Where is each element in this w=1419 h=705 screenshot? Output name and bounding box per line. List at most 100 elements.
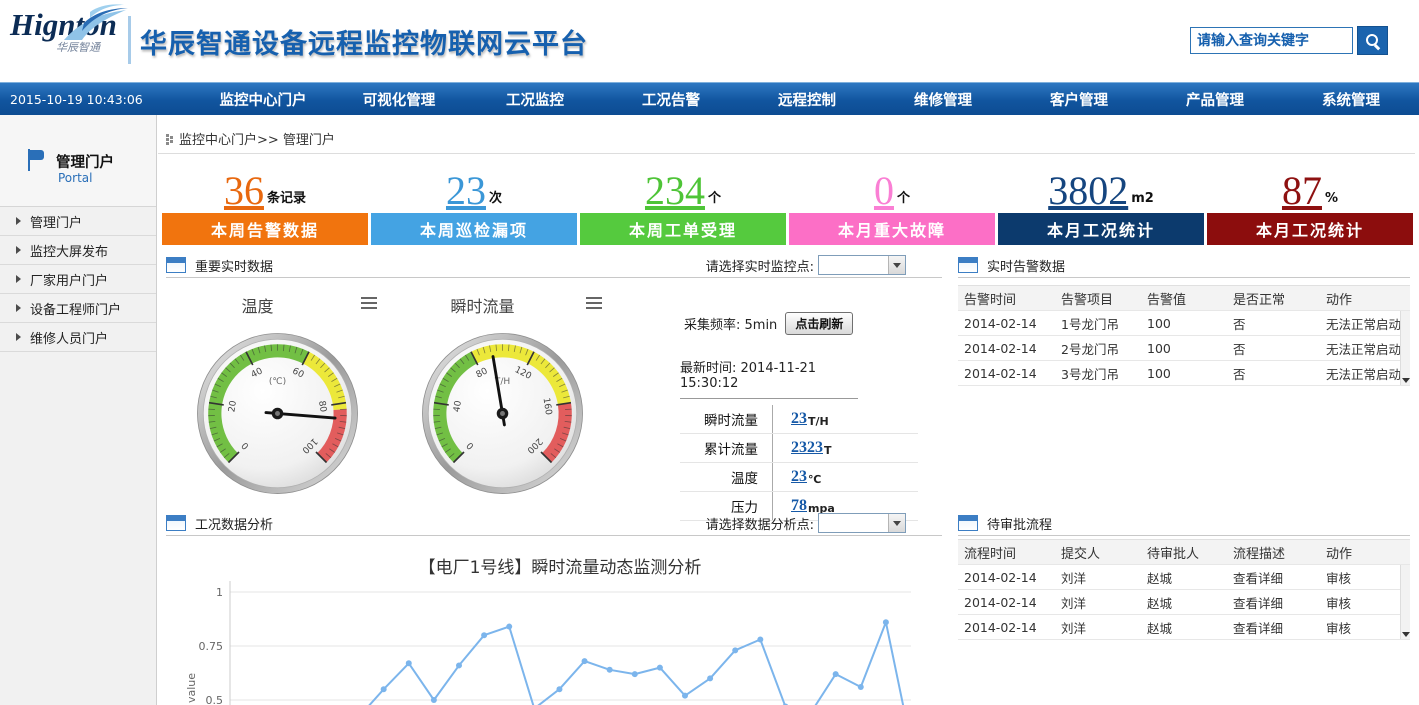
stat-value: 87 xyxy=(1282,171,1322,211)
stat-unit: 次 xyxy=(489,187,502,206)
stat-card-1[interactable]: 36条记录本周告警数据 xyxy=(162,157,368,245)
sidebar-item-4[interactable]: 设备工程师门户 xyxy=(0,294,156,323)
search-button[interactable] xyxy=(1357,26,1388,55)
stat-banner[interactable]: 本月工况统计 xyxy=(998,213,1204,245)
table-cell: 无法正常启动 xyxy=(1320,364,1410,383)
divider-line xyxy=(158,153,1415,154)
action-link[interactable]: 查看详细 xyxy=(1227,593,1320,612)
section-title: 工况数据分析 xyxy=(195,514,273,533)
sidebar-menu: 管理门户监控大屏发布厂家用户门户设备工程师门户维修人员门户 xyxy=(0,207,156,352)
reading-label: 瞬时流量 xyxy=(680,409,772,429)
stat-value-area: 36条记录 xyxy=(162,157,368,212)
table-scrollbar[interactable] xyxy=(1400,565,1410,639)
nav-item-5[interactable]: 远程控制 xyxy=(739,83,875,115)
stat-value-area: 23次 xyxy=(371,157,577,212)
portal-title: 管理门户 xyxy=(56,151,114,172)
table-cell: 刘洋 xyxy=(1055,593,1141,612)
page-header: Hignton 华辰智通 华辰智通设备远程监控物联网云平台 xyxy=(0,0,1419,82)
nav-item-7[interactable]: 客户管理 xyxy=(1011,83,1147,115)
stat-card-6[interactable]: 87%本月工况统计 xyxy=(1207,157,1413,245)
breadcrumb-icon xyxy=(166,134,169,137)
column-header: 流程时间 xyxy=(958,543,1055,562)
action-link[interactable]: 审核 xyxy=(1320,593,1410,612)
chart-menu-icon[interactable] xyxy=(361,297,377,309)
column-header: 流程描述 xyxy=(1227,543,1320,562)
nav-item-3[interactable]: 工况监控 xyxy=(467,83,603,115)
stat-banner[interactable]: 本周巡检漏项 xyxy=(371,213,577,245)
table-cell: 赵城 xyxy=(1141,618,1227,637)
temperature-gauge: 020406080100(℃) xyxy=(195,331,360,496)
action-link[interactable]: 查看详细 xyxy=(1227,618,1320,637)
section-realtime-header: 重要实时数据 请选择实时监控点: xyxy=(166,253,942,278)
sidebar-item-1[interactable]: 管理门户 xyxy=(0,207,156,236)
nav-menu: 监控中心门户可视化管理工况监控工况告警远程控制维修管理客户管理产品管理系统管理 xyxy=(195,83,1419,115)
stat-value-area: 0个 xyxy=(789,157,995,212)
nav-item-1[interactable]: 监控中心门户 xyxy=(195,83,331,115)
nav-item-8[interactable]: 产品管理 xyxy=(1147,83,1283,115)
analysis-point-select[interactable] xyxy=(818,513,906,533)
column-header: 待审批人 xyxy=(1141,543,1227,562)
stat-value-area: 3802m2 xyxy=(998,157,1204,212)
panel-icon xyxy=(958,257,978,273)
table-cell: 100 xyxy=(1141,341,1227,356)
alarm-table: 告警时间告警项目告警值是否正常动作2014-02-141号龙门吊100否无法正常… xyxy=(958,285,1410,386)
table-cell: 2号龙门吊 xyxy=(1055,339,1141,358)
nav-item-9[interactable]: 系统管理 xyxy=(1283,83,1419,115)
readings-list: 瞬时流量 23T/H 累计流量 2323T 温度 23℃ 压力 78mpa xyxy=(680,405,918,521)
stat-card-3[interactable]: 234个本周工单受理 xyxy=(580,157,786,245)
table-cell: 无法正常启动 xyxy=(1320,339,1410,358)
chevron-right-icon xyxy=(16,333,21,341)
sidebar-item-5[interactable]: 维修人员门户 xyxy=(0,323,156,352)
nav-item-2[interactable]: 可视化管理 xyxy=(331,83,467,115)
nav-timestamp: 2015-10-19 10:43:06 xyxy=(0,92,195,107)
section-title: 实时告警数据 xyxy=(987,256,1065,275)
section-analysis-header: 工况数据分析 请选择数据分析点: xyxy=(166,511,942,536)
sidebar-item-label: 设备工程师门户 xyxy=(30,299,121,318)
panel-icon xyxy=(166,515,186,531)
stat-banner[interactable]: 本周告警数据 xyxy=(162,213,368,245)
sidebar-item-3[interactable]: 厂家用户门户 xyxy=(0,265,156,294)
chart-menu-icon[interactable] xyxy=(586,297,602,309)
search-input[interactable] xyxy=(1190,27,1353,54)
gauge-title-flow: 瞬时流量 xyxy=(395,293,570,317)
monitor-point-select[interactable] xyxy=(818,255,906,275)
stat-card-4[interactable]: 0个本月重大故障 xyxy=(789,157,995,245)
svg-text:40: 40 xyxy=(452,400,464,413)
table-cell: 100 xyxy=(1141,366,1227,381)
chevron-down-icon xyxy=(888,256,905,274)
section-alarm-header: 实时告警数据 xyxy=(958,253,1410,278)
table-scrollbar[interactable] xyxy=(1400,311,1410,385)
stat-banner[interactable]: 本周工单受理 xyxy=(580,213,786,245)
table-cell: 2014-02-14 xyxy=(958,316,1055,331)
sidebar-item-2[interactable]: 监控大屏发布 xyxy=(0,236,156,265)
section-title: 待审批流程 xyxy=(987,514,1052,533)
table-cell: 否 xyxy=(1227,314,1320,333)
flow-gauge: 04080120160200T/H xyxy=(420,331,585,496)
stat-card-5[interactable]: 3802m2本月工况统计 xyxy=(998,157,1204,245)
chevron-right-icon xyxy=(16,304,21,312)
stat-card-2[interactable]: 23次本周巡检漏项 xyxy=(371,157,577,245)
nav-item-4[interactable]: 工况告警 xyxy=(603,83,739,115)
flow-line-chart: 10.750.5value xyxy=(183,573,923,705)
section-title: 重要实时数据 xyxy=(195,256,273,275)
bird-logo-icon xyxy=(60,4,130,42)
analysis-point-select-wrap: 请选择数据分析点: xyxy=(706,513,942,533)
sidebar-item-label: 监控大屏发布 xyxy=(30,241,108,260)
action-link[interactable]: 审核 xyxy=(1320,618,1410,637)
reading-number: 2323 xyxy=(791,439,823,457)
latest-time: 最新时间: 2014-11-21 15:30:12 xyxy=(680,357,858,399)
stat-banner[interactable]: 本月重大故障 xyxy=(789,213,995,245)
breadcrumb-text: 监控中心门户>> 管理门户 xyxy=(179,129,335,148)
table-cell: 赵城 xyxy=(1141,593,1227,612)
stat-banner[interactable]: 本月工况统计 xyxy=(1207,213,1413,245)
reading-value: 23℃ xyxy=(772,463,821,491)
table-cell: 2014-02-14 xyxy=(958,366,1055,381)
action-link[interactable]: 查看详细 xyxy=(1227,568,1320,587)
stat-unit: m2 xyxy=(1131,191,1154,206)
refresh-button[interactable]: 点击刷新 xyxy=(785,312,853,335)
nav-item-6[interactable]: 维修管理 xyxy=(875,83,1011,115)
table-cell: 否 xyxy=(1227,364,1320,383)
column-header: 动作 xyxy=(1320,289,1410,308)
action-link[interactable]: 审核 xyxy=(1320,568,1410,587)
stat-cards-row: 36条记录本周告警数据23次本周巡检漏项234个本周工单受理0个本月重大故障38… xyxy=(162,157,1413,245)
